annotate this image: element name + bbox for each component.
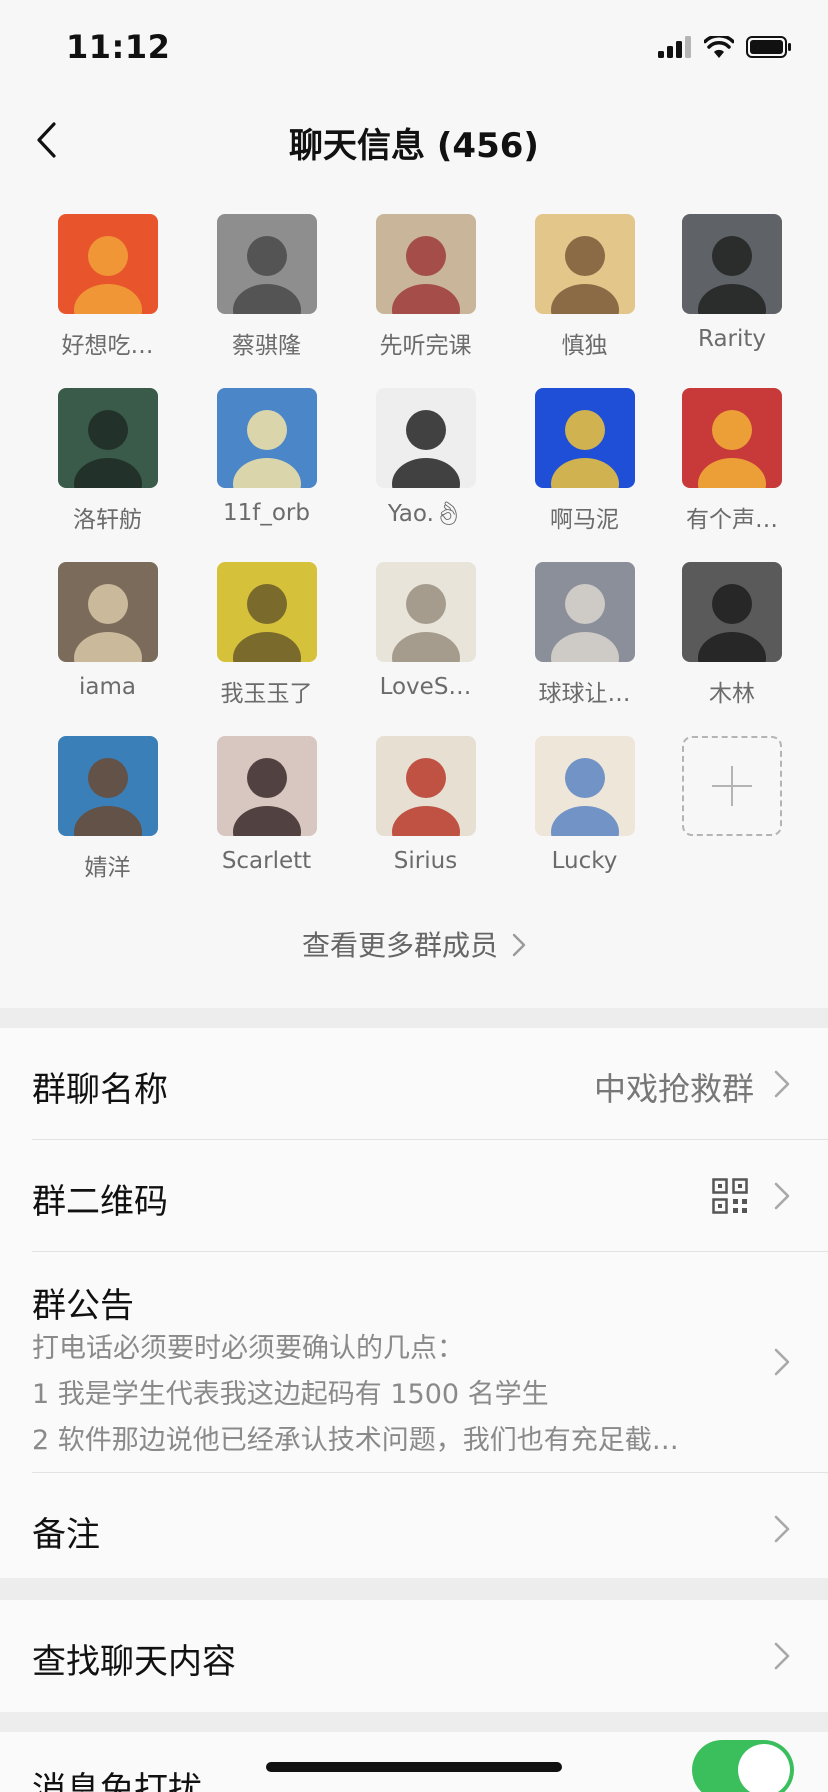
group-name-row[interactable]: 群聊名称 中戏抢救群	[0, 1028, 828, 1140]
add-member-icon[interactable]	[682, 736, 782, 836]
status-icons	[658, 36, 792, 58]
battery-icon	[746, 36, 791, 58]
member-item[interactable]: 球球让…	[505, 562, 664, 736]
member-name: 11f_orb	[223, 500, 310, 526]
group-qr-label: 群二维码	[32, 1182, 168, 1222]
member-name: 球球让…	[538, 681, 631, 707]
member-name: 木林	[709, 681, 755, 707]
white-dog-icon	[375, 562, 476, 662]
bird-crowd-icon	[534, 562, 635, 662]
poster-avatar-icon	[682, 388, 782, 488]
group-notice-label: 群公告	[32, 1286, 134, 1326]
more-members-label: 查看更多群成员	[301, 929, 498, 962]
dog-goggles-icon	[57, 736, 158, 836]
member-name: Scarlett	[221, 848, 312, 874]
girl-illustration-icon	[534, 736, 635, 836]
dancer-circle-icon	[216, 562, 317, 662]
mute-label: 消息免打扰	[32, 1770, 202, 1792]
chevron-right-icon	[774, 1182, 790, 1210]
status-time: 11:12	[66, 28, 171, 66]
woman-portrait-icon	[216, 736, 317, 836]
comic-avatar-icon	[375, 214, 476, 314]
dog-sunglasses-icon	[57, 562, 158, 662]
remark-label: 备注	[32, 1515, 100, 1555]
group-settings-card: 群聊名称 中戏抢救群 群二维码 群公告 打电话必须要时必须要确认的几点： 1 我…	[0, 1028, 828, 1578]
remark-row[interactable]: 备注	[0, 1473, 828, 1585]
notice-line: 2 软件那边说他已经承认技术问题，我们也有充足截…	[32, 1425, 679, 1456]
member-name: 先听完课	[379, 333, 472, 359]
group-notice-row[interactable]: 群公告 打电话必须要时必须要确认的几点： 1 我是学生代表我这边起码有 1500…	[0, 1252, 828, 1472]
member-name: 慎独	[561, 333, 608, 359]
member-name: 好想吃…	[61, 333, 154, 359]
member-name: 洛轩舫	[73, 507, 142, 533]
member-item[interactable]: 先听完课	[346, 214, 505, 388]
member-name: iama	[79, 674, 136, 700]
girl-photo-icon	[375, 388, 476, 488]
member-name: Lucky	[551, 848, 618, 874]
member-item[interactable]: 好想吃…	[28, 214, 187, 388]
member-item[interactable]: Lucky	[505, 736, 664, 910]
member-name: Rarity	[697, 326, 767, 352]
member-item[interactable]: 蔡骐隆	[187, 214, 346, 388]
chevron-right-icon	[774, 1515, 790, 1543]
qr-code-icon	[712, 1178, 748, 1214]
member-item[interactable]: 慎独	[505, 214, 664, 388]
member-item[interactable]: Scarlett	[187, 736, 346, 910]
more-members-button[interactable]: 查看更多群成员	[0, 924, 828, 964]
member-item[interactable]: Yao.👌︎	[346, 388, 505, 562]
member-grid: 好想吃… 蔡骐隆 先听完课 慎独 Rarity 洛轩舫 11f_orb Yao.👌︎ 啊马泥 有个…	[28, 214, 800, 910]
member-item[interactable]: 啊马泥	[505, 388, 664, 562]
nav-bar: 聊天信息 (456)	[0, 100, 828, 180]
cartoon-robot-icon	[534, 388, 635, 488]
member-item[interactable]: 11f_orb	[187, 388, 346, 562]
status-bar: 11:12	[0, 0, 828, 100]
search-chat-label: 查找聊天内容	[32, 1642, 236, 1682]
toggle-knob	[738, 1744, 790, 1792]
chevron-right-icon	[774, 1348, 790, 1376]
group-qr-row[interactable]: 群二维码	[0, 1140, 828, 1252]
blurred-person-icon	[57, 388, 158, 488]
group-notice-content: 打电话必须要时必须要确认的几点： 1 我是学生代表我这边起码有 1500 名学生…	[32, 1326, 748, 1464]
member-item[interactable]: LoveS…	[346, 562, 505, 736]
man-portrait-icon	[682, 562, 782, 662]
member-item[interactable]: 我玉玉了	[187, 562, 346, 736]
person-photo-icon	[216, 214, 317, 314]
notice-line: 打电话必须要时必须要确认的几点：	[32, 1333, 464, 1364]
chevron-right-icon	[774, 1642, 790, 1670]
home-indicator	[266, 1762, 562, 1772]
wifi-icon	[704, 36, 734, 58]
search-card: 查找聊天内容	[0, 1600, 828, 1712]
dog-photo-icon	[682, 214, 782, 314]
add-member-item[interactable]	[664, 736, 800, 910]
member-name: LoveS…	[379, 674, 472, 700]
member-name: 啊马泥	[550, 507, 619, 533]
member-item[interactable]: Rarity	[664, 214, 800, 388]
mute-toggle[interactable]	[692, 1740, 794, 1792]
header-and-members-section: 11:12 聊天信息 (456) 好想吃… 蔡骐隆 先听完课 慎独 Rarity…	[0, 0, 828, 1008]
member-item[interactable]: 木林	[664, 562, 800, 736]
anime-girl-icon	[216, 388, 317, 488]
notice-line: 1 我是学生代表我这边起码有 1500 名学生	[32, 1379, 549, 1410]
member-name: 蔡骐隆	[232, 333, 301, 359]
member-item[interactable]: 婧洋	[28, 736, 187, 910]
member-name: 有个声…	[686, 507, 778, 533]
page-title: 聊天信息 (456)	[289, 126, 539, 166]
member-item[interactable]: 有个声…	[664, 388, 800, 562]
member-item[interactable]: 洛轩舫	[28, 388, 187, 562]
ancient-painting-icon	[534, 214, 635, 314]
search-chat-row[interactable]: 查找聊天内容	[0, 1600, 828, 1712]
chevron-right-icon	[512, 933, 526, 956]
group-name-label: 群聊名称	[32, 1070, 168, 1110]
member-name: 婧洋	[84, 855, 131, 881]
chevron-right-icon	[774, 1070, 790, 1098]
member-name: 我玉玉了	[220, 681, 313, 707]
cat-box-icon	[375, 736, 476, 836]
member-name: Yao.👌︎	[387, 501, 464, 527]
member-item[interactable]: Sirius	[346, 736, 505, 910]
signal-icon	[658, 36, 691, 58]
tiger-avatar-icon	[57, 214, 158, 314]
member-name: Sirius	[393, 848, 458, 874]
group-name-value: 中戏抢救群	[593, 1070, 754, 1108]
member-item[interactable]: iama	[28, 562, 187, 736]
